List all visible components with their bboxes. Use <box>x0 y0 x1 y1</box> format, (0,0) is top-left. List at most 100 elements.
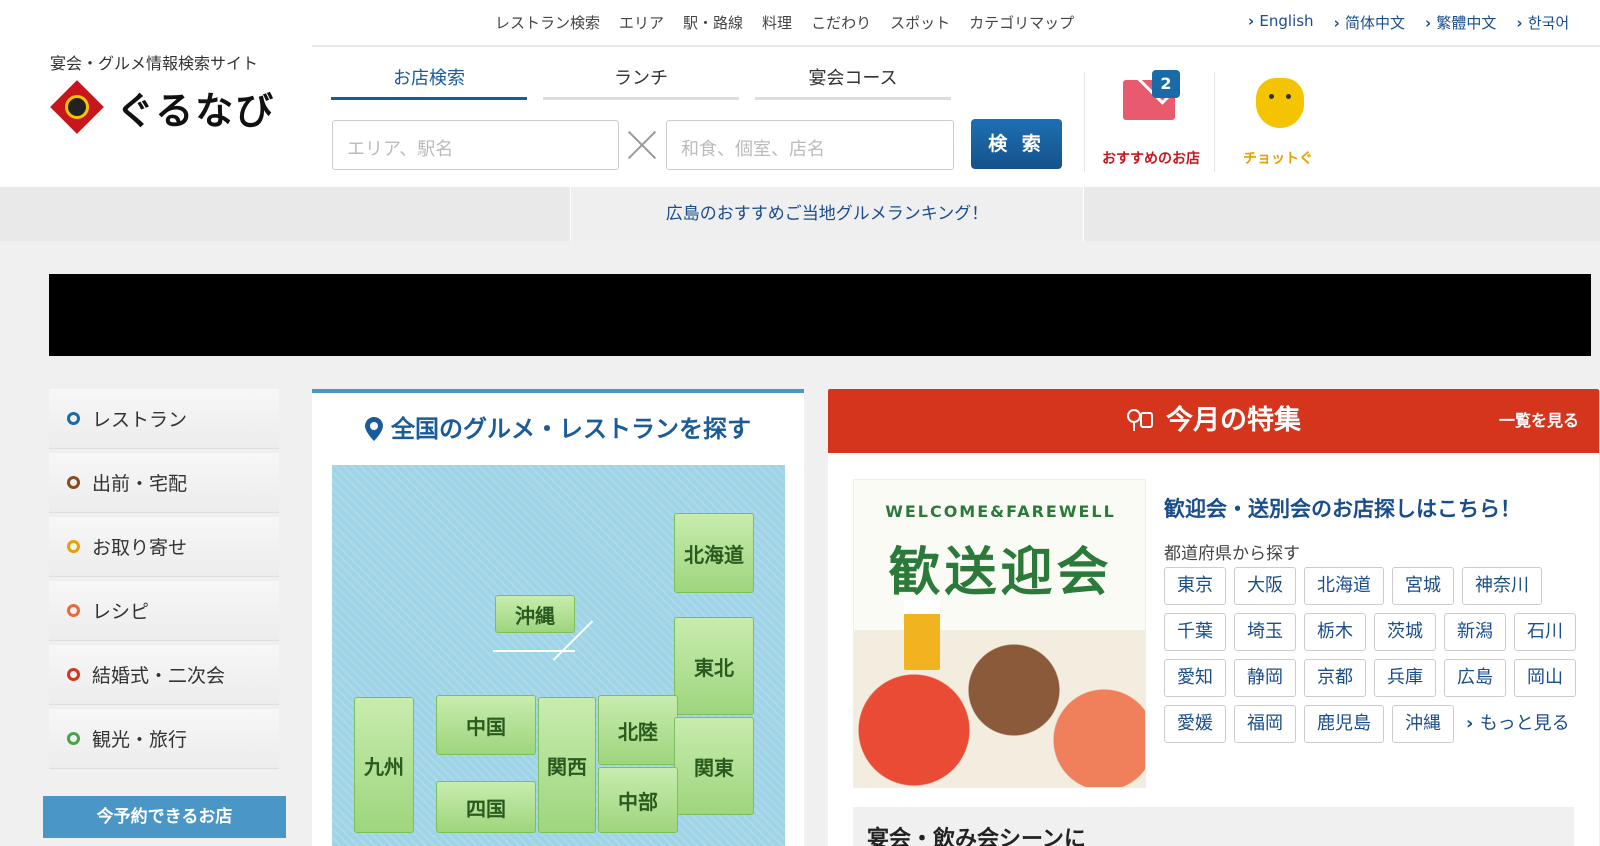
sidebar-item-delivery[interactable]: 出前・宅配 <box>49 453 279 513</box>
circle-icon <box>67 476 80 489</box>
topnav-restaurant-search[interactable]: レストラン検索 <box>495 12 600 33</box>
tab-lunch[interactable]: ランチ <box>543 64 739 100</box>
prefecture-button[interactable]: 京都 <box>1304 659 1366 697</box>
prefecture-button[interactable]: 沖縄 <box>1392 705 1454 743</box>
header-vertical-divider <box>1084 72 1085 172</box>
topnav-category-map[interactable]: カテゴリマップ <box>969 12 1074 33</box>
prefecture-button[interactable]: 宮城 <box>1392 567 1454 605</box>
region-tohoku[interactable]: 東北 <box>674 617 754 715</box>
sidebar-item-label: 結婚式・二次会 <box>92 665 226 687</box>
region-shikoku[interactable]: 四国 <box>436 781 536 833</box>
lang-simplified-chinese[interactable]: 简体中文 <box>1334 12 1405 33</box>
advertisement-block[interactable] <box>49 274 1591 356</box>
feature-heading-text: 今月の特集 <box>1166 405 1301 436</box>
logo-mark-icon <box>50 80 104 134</box>
region-kyushu[interactable]: 九州 <box>354 697 414 833</box>
image-kanji-text: 歓送迎会 <box>888 543 1113 603</box>
prefecture-button[interactable]: 茨城 <box>1374 613 1436 651</box>
topnav-cuisine[interactable]: 料理 <box>762 12 792 33</box>
prefecture-button[interactable]: 愛知 <box>1164 659 1226 697</box>
site-logo[interactable]: ぐるなび <box>50 80 276 134</box>
prefecture-button[interactable]: 大阪 <box>1234 567 1296 605</box>
top-navigation: レストラン検索 エリア 駅・路線 料理 こだわり スポット カテゴリマップ <box>495 12 1093 33</box>
feature-header: 今月の特集 一覧を見る <box>828 389 1599 453</box>
ranking-banner-link[interactable]: 広島のおすすめご当地グルメランキング！ <box>570 187 1084 241</box>
recommended-shops-button[interactable]: 2 おすすめのお店 <box>1090 70 1212 175</box>
japan-map: 北海道 沖縄 東北 中国 北陸 関東 九州 関西 四国 中部 <box>332 465 785 846</box>
circle-icon <box>67 540 80 553</box>
sidebar-menu: レストラン 出前・宅配 お取り寄せ レシピ 結婚式・二次会 観光・旅行 <box>49 389 279 773</box>
prefecture-button[interactable]: 東京 <box>1164 567 1226 605</box>
map-title: 全国のグルメ・レストランを探す <box>312 409 804 444</box>
image-welcome-text: WELCOME&FAREWELL <box>885 502 1116 521</box>
feature-title-link[interactable]: 歓迎会・送別会のお店探しはこちら！ <box>1164 493 1521 523</box>
beer-glass-illustration <box>904 600 940 670</box>
region-chugoku[interactable]: 中国 <box>436 695 536 755</box>
drink-glasses-icon <box>1127 409 1153 431</box>
monthly-feature-panel: 今月の特集 一覧を見る WELCOME&FAREWELL 歓送迎会 歓迎会・送別… <box>828 389 1599 846</box>
header-divider <box>312 45 1600 47</box>
tab-shop-search[interactable]: お店検索 <box>331 64 527 100</box>
lang-korean[interactable]: 한국어 <box>1516 12 1569 33</box>
recommended-shops-label: おすすめのお店 <box>1102 151 1200 167</box>
circle-icon <box>67 668 80 681</box>
topnav-station[interactable]: 駅・路線 <box>683 12 743 33</box>
circle-icon <box>67 732 80 745</box>
prefecture-button[interactable]: 鹿児島 <box>1304 705 1384 743</box>
prefecture-button[interactable]: 静岡 <box>1234 659 1296 697</box>
site-header: 宴会・グルメ情報検索サイト ぐるなび レストラン検索 エリア 駅・路線 料理 こ… <box>0 0 1600 187</box>
header-vertical-divider <box>1214 72 1215 172</box>
sidebar-item-wedding[interactable]: 結婚式・二次会 <box>49 645 279 705</box>
region-kanto[interactable]: 関東 <box>674 717 754 815</box>
topnav-preferences[interactable]: こだわり <box>811 12 871 33</box>
reserve-now-button[interactable]: 今予約できるお店 <box>43 796 286 838</box>
prefecture-button[interactable]: 神奈川 <box>1462 567 1542 605</box>
chottogu-mascot-icon <box>1256 78 1304 128</box>
prefecture-list: 東京 大阪 北海道 宮城 神奈川 千葉 埼玉 栃木 茨城 新潟 石川 愛知 静岡… <box>1164 567 1584 751</box>
region-hokkaido[interactable]: 北海道 <box>674 513 754 593</box>
chottogu-button[interactable]: チョットぐ <box>1216 70 1340 175</box>
prefecture-button[interactable]: 石川 <box>1514 613 1576 651</box>
site-tagline: 宴会・グルメ情報検索サイト <box>50 54 259 73</box>
lang-english[interactable]: English <box>1248 12 1313 33</box>
prefecture-button[interactable]: 北海道 <box>1304 567 1384 605</box>
feature-view-all-link[interactable]: 一覧を見る <box>1499 389 1579 453</box>
farewell-party-image[interactable]: WELCOME&FAREWELL 歓送迎会 <box>853 479 1146 788</box>
prefecture-button[interactable]: 愛媛 <box>1164 705 1226 743</box>
region-kansai[interactable]: 関西 <box>538 697 596 833</box>
food-illustration <box>854 630 1145 787</box>
sidebar-item-label: 観光・旅行 <box>92 729 188 751</box>
prefecture-button[interactable]: 兵庫 <box>1374 659 1436 697</box>
prefecture-button[interactable]: 埼玉 <box>1234 613 1296 651</box>
sidebar-item-recipe[interactable]: レシピ <box>49 581 279 641</box>
prefecture-button[interactable]: 岡山 <box>1514 659 1576 697</box>
prefecture-button[interactable]: 福岡 <box>1234 705 1296 743</box>
chottogu-label: チョットぐ <box>1243 151 1313 167</box>
circle-icon <box>67 604 80 617</box>
topnav-spot[interactable]: スポット <box>890 12 950 33</box>
sidebar-item-mail-order[interactable]: お取り寄せ <box>49 517 279 577</box>
map-pin-icon <box>365 417 383 441</box>
search-button[interactable]: 検 索 <box>971 119 1062 169</box>
notification-badge: 2 <box>1152 70 1180 98</box>
prefecture-button[interactable]: 新潟 <box>1444 613 1506 651</box>
sidebar-item-travel[interactable]: 観光・旅行 <box>49 709 279 769</box>
tab-banquet-course[interactable]: 宴会コース <box>755 64 951 100</box>
sidebar-item-label: 出前・宅配 <box>92 473 188 495</box>
map-title-text: 全国のグルメ・レストランを探す <box>391 415 751 443</box>
sidebar-item-restaurant[interactable]: レストラン <box>49 389 279 449</box>
sidebar-item-label: レシピ <box>92 601 150 623</box>
region-chubu[interactable]: 中部 <box>598 767 678 833</box>
region-okinawa[interactable]: 沖縄 <box>495 595 575 633</box>
area-input[interactable]: エリア、駅名 <box>332 120 619 170</box>
keyword-input[interactable]: 和食、個室、店名 <box>666 120 954 170</box>
region-hokuriku[interactable]: 北陸 <box>598 695 678 765</box>
search-tabs: お店検索 ランチ 宴会コース <box>331 64 967 100</box>
prefecture-button[interactable]: 栃木 <box>1304 613 1366 651</box>
topnav-area[interactable]: エリア <box>619 12 664 33</box>
prefecture-button[interactable]: 千葉 <box>1164 613 1226 651</box>
more-prefectures-link[interactable]: もっと見る <box>1466 705 1570 751</box>
prefecture-button[interactable]: 広島 <box>1444 659 1506 697</box>
logo-text: ぐるなび <box>116 88 276 133</box>
lang-traditional-chinese[interactable]: 繁體中文 <box>1425 12 1496 33</box>
